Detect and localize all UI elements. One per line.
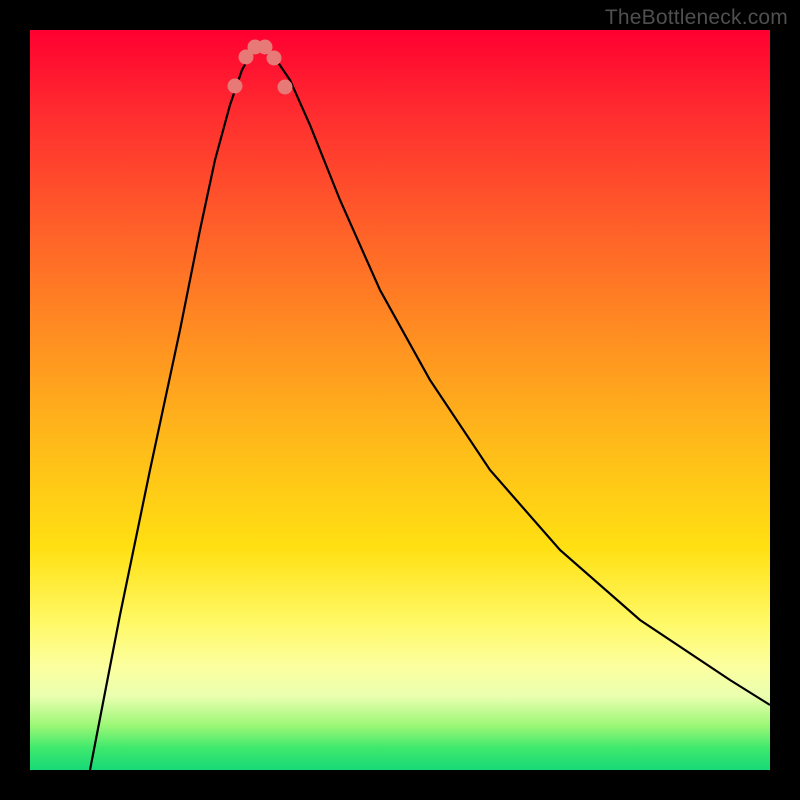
bottleneck-curve bbox=[90, 50, 770, 770]
curve-marker bbox=[248, 40, 263, 55]
curve-marker bbox=[258, 40, 273, 55]
chart-svg bbox=[30, 30, 770, 770]
curve-markers bbox=[228, 40, 293, 95]
watermark-text: TheBottleneck.com bbox=[605, 6, 788, 30]
curve-marker bbox=[228, 79, 243, 94]
chart-plot-area bbox=[30, 30, 770, 770]
curve-marker bbox=[267, 51, 282, 66]
curve-marker bbox=[239, 50, 254, 65]
curve-marker bbox=[278, 80, 293, 95]
